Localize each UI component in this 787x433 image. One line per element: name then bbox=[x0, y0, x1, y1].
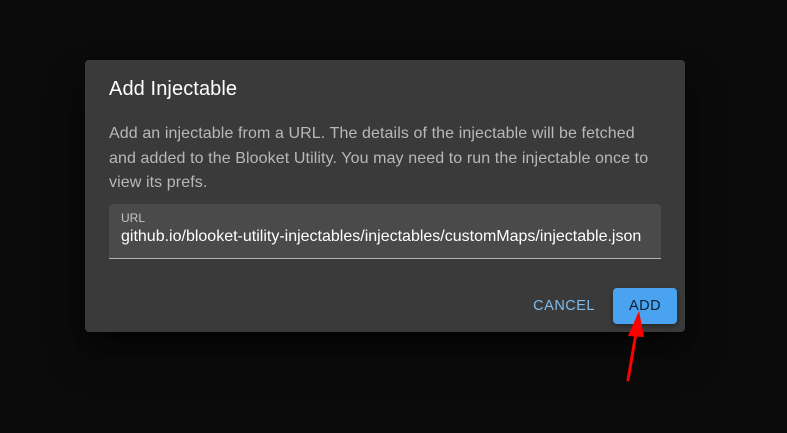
add-injectable-dialog: Add Injectable Add an injectable from a … bbox=[85, 60, 685, 332]
url-field-label: URL bbox=[121, 211, 146, 225]
add-button[interactable]: ADD bbox=[613, 288, 677, 324]
dialog-description: Add an injectable from a URL. The detail… bbox=[109, 125, 649, 191]
url-input[interactable]: github.io/blooket-utility-injectables/in… bbox=[121, 228, 649, 252]
cancel-button[interactable]: CANCEL bbox=[521, 288, 607, 324]
url-input-value: github.io/blooket-utility-injectables/in… bbox=[121, 228, 642, 245]
dialog-title: Add Injectable bbox=[109, 78, 238, 100]
url-text-field[interactable]: URL github.io/blooket-utility-injectable… bbox=[109, 204, 661, 259]
dialog-actions: CANCEL ADD bbox=[521, 288, 677, 324]
